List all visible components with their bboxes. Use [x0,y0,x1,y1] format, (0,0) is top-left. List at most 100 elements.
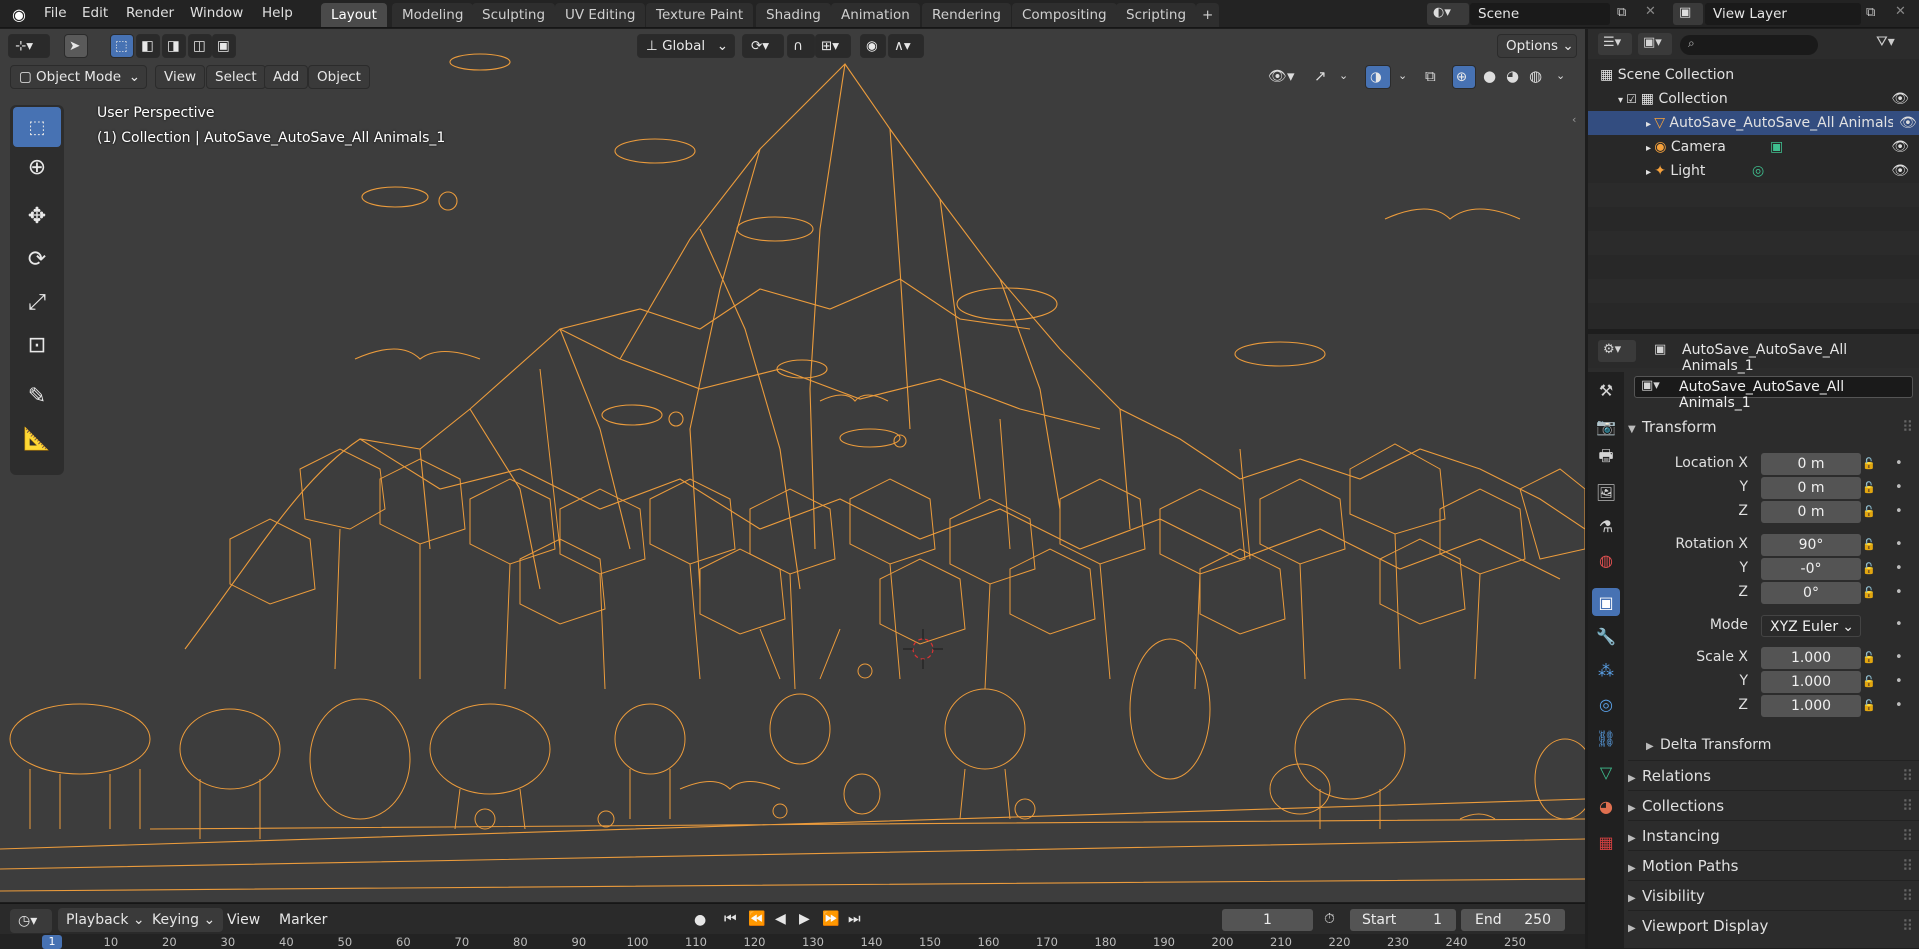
location-x-field[interactable]: 0 m [1761,453,1861,475]
menu-file[interactable]: File [44,5,67,21]
outliner-row-animals[interactable]: ▸ ▽ AutoSave_AutoSave_All Animals_1 👁 [1588,111,1919,135]
lock-icon[interactable]: 🔓 [1862,675,1876,688]
lock-icon[interactable]: 🔓 [1862,505,1876,518]
tab-shading[interactable]: Shading [756,3,831,27]
tab-modeling[interactable]: Modeling [392,3,474,27]
properties-editor-type-button[interactable]: ⚙▾ [1598,340,1636,362]
scale-x-field[interactable]: 1.000 [1761,647,1861,669]
keyframe-dot-icon[interactable]: • [1895,617,1903,632]
select-mode-invert-button[interactable]: ◫ [188,34,212,58]
select-mode-extend-button[interactable]: ◧ [136,34,160,58]
object-name-field[interactable]: ▣▾ AutoSave_AutoSave_All Animals_1 [1634,376,1913,411]
outliner-row-collection[interactable]: ▾ ☑ ▦ Collection 👁 [1588,87,1919,111]
keyframe-dot-icon[interactable]: • [1895,585,1903,600]
viewport-display-panel-header[interactable]: ▶ Viewport Display ⠿ [1628,910,1919,940]
tab-constraints[interactable]: ⛓ [1592,724,1620,752]
menu-render[interactable]: Render [126,5,174,21]
outliner-editor-type-button[interactable]: ☰▾ [1598,33,1632,55]
disclosure-down-icon[interactable]: ▾ [1618,95,1626,106]
checkbox-icon[interactable]: ☑ [1626,92,1641,106]
keyframe-dot-icon[interactable]: • [1895,480,1903,495]
drag-handle-icon[interactable]: ⠿ [1902,761,1913,791]
playback-dropdown[interactable]: Playback ⌄ [58,908,153,932]
gizmo-toggle-icon[interactable]: ↗ [1314,67,1327,85]
eye-icon[interactable]: 👁 [1893,111,1919,135]
drag-handle-icon[interactable]: ⠿ [1902,851,1913,881]
viewport-menu-object[interactable]: Object [308,65,370,89]
visibility-panel-header[interactable]: ▶ Visibility ⠿ [1628,880,1919,910]
close-view-layer-icon[interactable]: ✕ [1895,4,1906,19]
tab-particles[interactable]: ⁂ [1592,656,1620,684]
tab-uv-editing[interactable]: UV Editing [555,3,646,27]
select-mode-set-button[interactable]: ⬚ [110,34,134,58]
menu-help[interactable]: Help [262,5,293,21]
shading-solid-icon[interactable]: ● [1483,67,1496,85]
keyframe-dot-icon[interactable]: • [1895,504,1903,519]
drag-handle-icon[interactable]: ⠿ [1902,412,1913,442]
tab-animation[interactable]: Animation [831,3,920,27]
outliner-row-camera[interactable]: ▸ ◉ Camera ▣ 👁 [1588,135,1919,159]
keyframe-dot-icon[interactable]: • [1895,537,1903,552]
scene-selector-button[interactable]: ◐▾ [1427,3,1469,25]
select-box-tool[interactable]: ⬚ [13,107,61,147]
disclosure-right-icon[interactable]: ▸ [1646,119,1654,130]
play-icon[interactable]: ▶ [799,911,810,927]
3d-viewport[interactable]: ⊹▾ ➤ ⬚ ◧ ◨ ◫ ▣ ⊥ Global ⌄ ⟳▾ ∩ ⊞▾ ◉ ∧▾ Op… [0,29,1585,902]
delta-transform-subpanel[interactable]: ▶ Delta Transform [1646,730,1916,760]
lock-icon[interactable]: 🔓 [1862,562,1876,575]
cursor-tool[interactable]: ⊕ [13,147,61,187]
move-tool[interactable]: ✥ [13,196,61,236]
keyframe-dot-icon[interactable]: • [1895,698,1903,713]
location-z-field[interactable]: 0 m [1761,501,1861,523]
tab-rendering[interactable]: Rendering [922,3,1011,27]
viewport-menu-select[interactable]: Select [206,65,266,89]
overlays-toggle[interactable]: ◑ [1365,65,1391,89]
measure-tool[interactable]: 📐 [13,419,61,459]
tab-modifiers[interactable]: 🔧 [1592,622,1620,650]
keyframe-dot-icon[interactable]: • [1895,650,1903,665]
scene-collection-row[interactable]: ▦ Scene Collection [1588,63,1919,87]
tab-texture[interactable]: ▦ [1592,828,1620,856]
gizmo-dropdown-icon[interactable]: ⌄ [1339,69,1348,82]
tab-material[interactable]: ◕ [1592,792,1620,820]
display-mode-button[interactable]: ▣▾ [1638,33,1672,55]
lock-icon[interactable]: 🔓 [1862,481,1876,494]
keyframe-dot-icon[interactable]: • [1895,674,1903,689]
lock-icon[interactable]: 🔓 [1862,538,1876,551]
jump-to-keyframe-forward-icon[interactable]: ⏩ [822,911,839,927]
drag-handle-icon[interactable]: ⠿ [1902,791,1913,821]
transform-orientation-dropdown[interactable]: ⊥ Global ⌄ [637,34,735,58]
current-frame-field[interactable]: 1 [1222,909,1313,931]
menu-edit[interactable]: Edit [82,5,108,21]
xray-toggle-icon[interactable]: ⧉ [1425,67,1436,85]
mode-dropdown[interactable]: ▢ Object Mode ⌄ [10,65,147,89]
select-mode-intersect-button[interactable]: ▣ [212,34,236,58]
filter-icon[interactable]: ⛛▾ [1876,34,1895,50]
annotate-tool[interactable]: ✎ [13,376,61,416]
viewport-menu-view[interactable]: View [155,65,206,89]
jump-to-start-icon[interactable]: ⏮ [724,911,737,927]
menu-window[interactable]: Window [190,5,243,21]
shading-rendered-icon[interactable]: ◍ [1529,67,1542,85]
scene-name-field[interactable]: Scene [1470,3,1610,25]
tab-render[interactable]: 📷 [1592,412,1620,440]
start-frame-field[interactable]: Start 1 [1350,909,1456,931]
keyframe-dot-icon[interactable]: • [1895,456,1903,471]
stopwatch-icon[interactable]: ⏱ [1324,911,1335,927]
shading-material-icon[interactable]: ◕ [1506,67,1519,85]
disclosure-right-icon[interactable]: ▸ [1646,143,1654,154]
tab-texture-paint[interactable]: Texture Paint [646,3,754,27]
lock-icon[interactable]: 🔓 [1862,651,1876,664]
lock-icon[interactable]: 🔓 [1862,457,1876,470]
tab-object[interactable]: ▣ [1592,588,1620,616]
drag-handle-icon[interactable]: ⠿ [1902,881,1913,911]
timeline-menu-view[interactable]: View [219,908,268,932]
eye-icon[interactable]: 👁 [1891,135,1909,159]
collections-panel-header[interactable]: ▶ Collections ⠿ [1628,790,1919,820]
lock-icon[interactable]: 🔓 [1862,699,1876,712]
shading-wireframe-button[interactable]: ⊕ [1452,65,1476,89]
tab-output[interactable]: 🖶 [1592,444,1620,472]
blender-logo-icon[interactable]: ◉ [12,5,26,24]
jump-to-end-icon[interactable]: ⏭ [848,911,861,927]
lock-icon[interactable]: 🔓 [1862,586,1876,599]
